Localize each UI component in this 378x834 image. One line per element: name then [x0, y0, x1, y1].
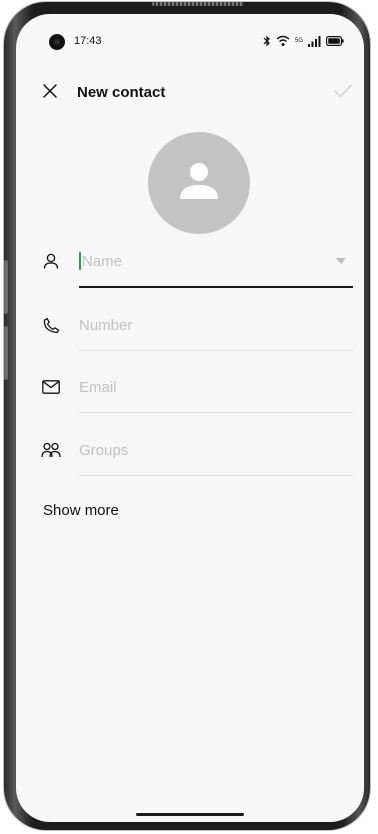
name-expand-button[interactable]	[335, 254, 347, 266]
page-title: New contact	[77, 84, 166, 101]
home-indicator[interactable]	[136, 813, 244, 816]
cellular-signal-icon	[308, 35, 321, 47]
close-icon	[43, 83, 57, 103]
close-button[interactable]	[39, 82, 61, 104]
person-icon	[177, 159, 221, 208]
number-field-row	[16, 307, 364, 370]
name-input[interactable]	[79, 243, 356, 279]
status-time: 17:43	[74, 35, 102, 47]
checkmark-icon	[334, 84, 352, 103]
contact-photo-button[interactable]	[148, 132, 250, 234]
person-outline-icon	[41, 251, 61, 271]
email-field-row	[16, 369, 364, 432]
app-header: New contact	[16, 80, 364, 110]
groups-field-row	[16, 432, 364, 495]
name-underline	[79, 286, 353, 288]
save-button[interactable]	[332, 82, 354, 104]
status-bar: 17:43 5G	[16, 14, 364, 54]
front-camera	[49, 34, 65, 50]
groups-icon	[41, 440, 61, 460]
number-input[interactable]	[79, 307, 353, 343]
groups-underline	[79, 475, 353, 476]
network-type-label: 5G	[295, 38, 304, 44]
chevron-down-icon	[336, 251, 346, 269]
phone-frame: 17:43 5G New contact Name Number Email G…	[4, 2, 370, 830]
speaker-grille	[152, 2, 244, 6]
wifi-icon	[276, 35, 290, 47]
mail-icon	[41, 377, 61, 397]
email-underline	[79, 412, 353, 413]
bluetooth-icon	[263, 35, 271, 47]
number-underline	[79, 350, 353, 351]
groups-input[interactable]	[79, 432, 353, 468]
name-field-row	[16, 243, 364, 306]
screen: 17:43 5G New contact Name Number Email G…	[16, 14, 364, 822]
show-more-button[interactable]: Show more	[43, 502, 119, 519]
email-input[interactable]	[79, 369, 353, 405]
status-icons: 5G	[263, 34, 344, 48]
side-button	[4, 260, 8, 314]
phone-icon	[41, 315, 61, 335]
side-button	[4, 326, 8, 380]
battery-icon	[326, 36, 344, 46]
